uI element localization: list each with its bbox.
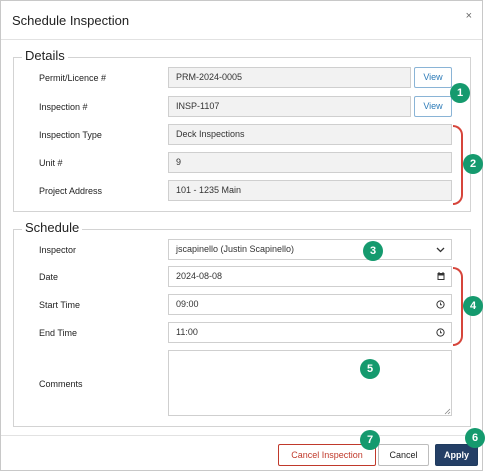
annotation-badge-3: 3 (363, 241, 383, 261)
inspector-label: Inspector (39, 245, 77, 255)
cancel-inspection-button[interactable]: Cancel Inspection (278, 444, 376, 466)
unit-field: 9 (168, 152, 452, 173)
comments-label: Comments (39, 379, 83, 389)
inspector-select[interactable]: jscapinello (Justin Scapinello) (168, 239, 452, 260)
annotation-bracket-schedule (453, 267, 463, 346)
date-value: 2024-08-08 (176, 271, 223, 281)
annotation-badge-5: 5 (360, 359, 380, 379)
details-legend: Details (22, 48, 68, 63)
cancel-button[interactable]: Cancel (378, 444, 429, 466)
start-time-input[interactable]: 09:00 (168, 294, 452, 315)
end-time-label: End Time (39, 328, 78, 338)
start-time-value: 09:00 (176, 299, 199, 309)
comments-textarea[interactable] (168, 350, 452, 416)
annotation-badge-7: 7 (360, 430, 380, 450)
dialog-title: Schedule Inspection (12, 13, 130, 28)
clock-icon[interactable] (436, 323, 445, 349)
end-time-value: 11:00 (176, 327, 198, 337)
clock-icon[interactable] (436, 295, 445, 321)
header-divider (1, 39, 482, 40)
inspection-label: Inspection # (39, 102, 88, 112)
inspection-view-button[interactable]: View (414, 96, 452, 117)
inspection-type-field: Deck Inspections (168, 124, 452, 145)
annotation-badge-1: 1 (450, 83, 470, 103)
inspection-number-field: INSP-1107 (168, 96, 411, 117)
calendar-icon[interactable] (437, 267, 445, 293)
date-label: Date (39, 272, 59, 282)
inspector-value: jscapinello (Justin Scapinello) (176, 244, 295, 254)
permit-view-button[interactable]: View (414, 67, 452, 88)
permit-field: PRM-2024-0005 (168, 67, 411, 88)
close-icon[interactable]: × (466, 10, 472, 22)
footer-divider (1, 435, 482, 436)
schedule-legend: Schedule (22, 220, 83, 235)
end-time-input[interactable]: 11:00 (168, 322, 452, 343)
unit-label: Unit # (39, 158, 63, 168)
project-address-field: 101 - 1235 Main (168, 180, 452, 201)
annotation-badge-2: 2 (463, 154, 483, 174)
textarea-resize-handle[interactable] (443, 407, 451, 415)
inspection-type-label: Inspection Type (39, 130, 102, 140)
annotation-badge-6: 6 (465, 428, 485, 448)
start-time-label: Start Time (39, 300, 81, 310)
permit-label: Permit/Licence # (39, 73, 107, 83)
schedule-inspection-dialog: Schedule Inspection × Details Permit/Lic… (0, 0, 485, 471)
date-input[interactable]: 2024-08-08 (168, 266, 452, 287)
annotation-bracket-details (453, 125, 463, 205)
annotation-badge-4: 4 (463, 296, 483, 316)
project-address-label: Project Address (39, 186, 103, 196)
chevron-down-icon (436, 240, 445, 266)
